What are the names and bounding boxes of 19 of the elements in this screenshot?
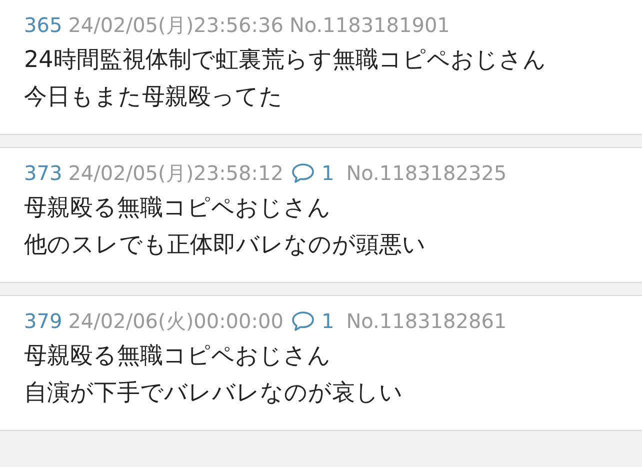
post-text: 今日もまた母親殴ってた (24, 83, 284, 112)
post-text: 24時間監視体制で虹裏荒らす無職コピペおじさん (24, 46, 548, 75)
post-text: 自演が下手でバレバレなのが哀しい (24, 379, 404, 408)
speech-bubble-icon[interactable] (291, 162, 316, 184)
post-number[interactable]: 373 (24, 161, 62, 185)
speech-bubble-icon[interactable] (291, 310, 316, 332)
post-id: No.1183182325 (346, 161, 507, 185)
post-id: No.1183181901 (289, 13, 450, 37)
post-number[interactable]: 379 (24, 309, 62, 333)
post-date: 24/02/05(月)23:56:36 (68, 12, 284, 38)
reply-count[interactable]: 1 (321, 309, 334, 333)
post-number[interactable]: 365 (24, 13, 62, 37)
post-id: No.1183182861 (346, 309, 507, 333)
post-date: 24/02/05(月)23:58:12 (68, 160, 284, 186)
post-text: 母親殴る無職コピペおじさん (24, 342, 332, 371)
post-date: 24/02/06(火)00:00:00 (68, 308, 284, 334)
reply-count[interactable]: 1 (321, 161, 334, 185)
post-text: 母親殴る無職コピペおじさん (24, 194, 332, 223)
post-text: 他のスレでも正体即バレなのが頭悪い (24, 231, 427, 260)
